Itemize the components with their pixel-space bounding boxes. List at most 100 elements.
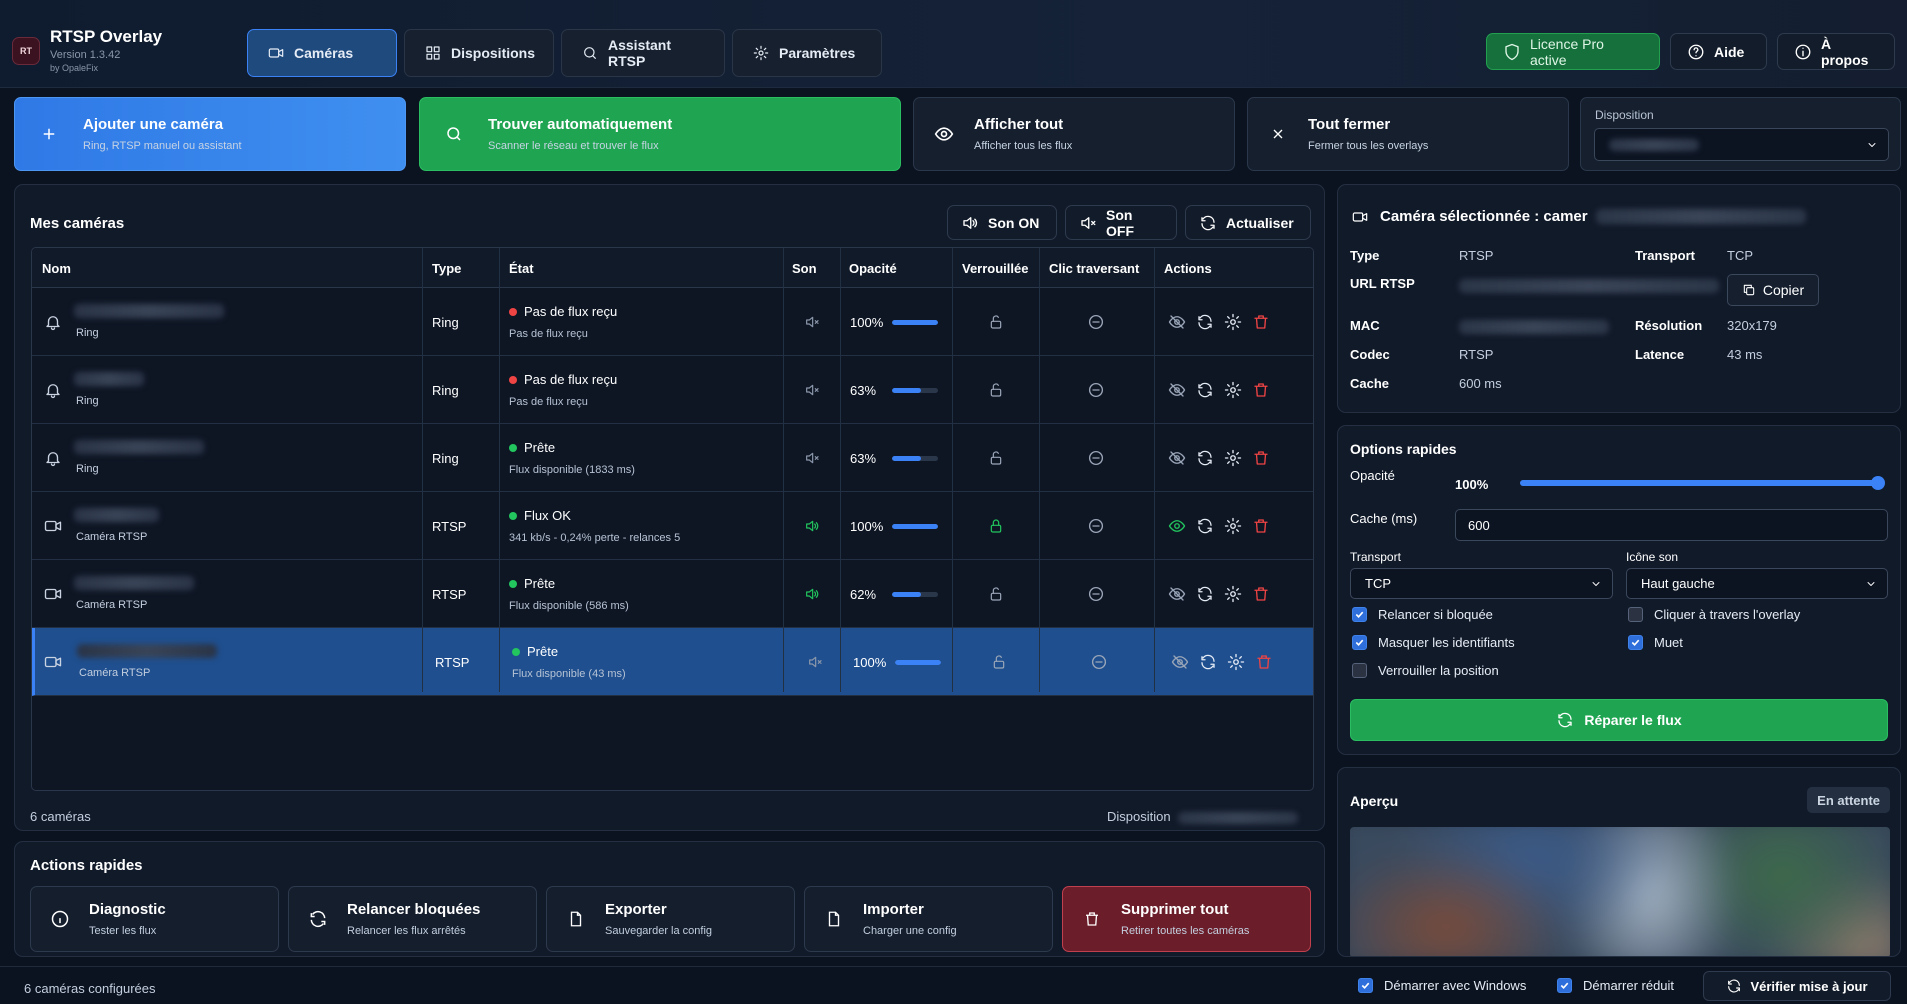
table-row[interactable]: Caméra RTSP RTSP Prête Flux disponible (586… bbox=[32, 560, 1313, 628]
speaker-mute-icon[interactable] bbox=[803, 288, 821, 356]
checkbox-box[interactable] bbox=[1352, 663, 1367, 678]
cache-input[interactable]: 600 bbox=[1455, 509, 1888, 541]
trash-icon[interactable] bbox=[1252, 492, 1270, 560]
refresh-button[interactable]: Actualiser bbox=[1185, 205, 1311, 240]
table-row[interactable]: Ring Ring Pas de flux reçu Pas de flux reçu… bbox=[32, 288, 1313, 356]
export-button[interactable]: Exporter Sauvegarder la config bbox=[546, 886, 795, 952]
click-through-checkbox[interactable]: Cliquer à travers l'overlay bbox=[1628, 607, 1800, 622]
sound-off-button[interactable]: Son OFF bbox=[1065, 205, 1177, 240]
refresh-icon[interactable] bbox=[1196, 492, 1214, 560]
tab-assistant-rtsp[interactable]: Assistant RTSP bbox=[561, 29, 725, 77]
checkbox-box[interactable] bbox=[1352, 607, 1367, 622]
opacity-bar[interactable] bbox=[895, 659, 941, 665]
table-row[interactable]: Ring Ring Prête Flux disponible (1833 ms) 63… bbox=[32, 424, 1313, 492]
speaker-icon[interactable] bbox=[803, 492, 821, 560]
chevron-down-icon bbox=[1590, 578, 1602, 590]
click-through-off-icon[interactable] bbox=[1087, 356, 1105, 424]
help-button[interactable]: Aide bbox=[1670, 33, 1767, 70]
unlock-icon[interactable] bbox=[987, 288, 1005, 356]
checkbox-box[interactable] bbox=[1358, 978, 1373, 993]
gear-icon[interactable] bbox=[1224, 356, 1242, 424]
delete-all-button[interactable]: Supprimer tout Retirer toutes les caméras bbox=[1062, 886, 1311, 952]
trash-icon[interactable] bbox=[1252, 356, 1270, 424]
unlock-icon[interactable] bbox=[987, 356, 1005, 424]
gear-icon[interactable] bbox=[1224, 492, 1242, 560]
click-through-off-icon[interactable] bbox=[1090, 628, 1108, 696]
refresh-icon[interactable] bbox=[1196, 356, 1214, 424]
click-through-off-icon[interactable] bbox=[1087, 492, 1105, 560]
opacity-bar[interactable] bbox=[892, 387, 938, 393]
opacity-bar[interactable] bbox=[892, 523, 938, 529]
refresh-icon[interactable] bbox=[1196, 424, 1214, 492]
opacity-bar[interactable] bbox=[892, 591, 938, 597]
tab-cameras[interactable]: Caméras bbox=[247, 29, 397, 77]
cache-ms-label: Cache (ms) bbox=[1350, 511, 1418, 526]
restart-blocked-button[interactable]: Relancer bloquées Relancer les flux arrêt… bbox=[288, 886, 537, 952]
trash-icon[interactable] bbox=[1252, 424, 1270, 492]
gear-icon[interactable] bbox=[1227, 628, 1245, 696]
speaker-mute-icon[interactable] bbox=[803, 356, 821, 424]
tab-dispositions[interactable]: Dispositions bbox=[404, 29, 554, 77]
refresh-icon[interactable] bbox=[1199, 628, 1217, 696]
transport-select[interactable]: TCP bbox=[1350, 568, 1613, 599]
restart-if-blocked-checkbox[interactable]: Relancer si bloquée bbox=[1352, 607, 1493, 622]
speaker-mute-icon[interactable] bbox=[803, 424, 821, 492]
sound-icon-select[interactable]: Haut gauche bbox=[1626, 568, 1888, 599]
show-all-button[interactable]: Afficher tout Afficher tous les flux bbox=[913, 97, 1235, 171]
qa-title: Supprimer tout bbox=[1121, 901, 1229, 918]
sound-on-button[interactable]: Son ON bbox=[947, 205, 1057, 240]
trash-icon[interactable] bbox=[1255, 628, 1273, 696]
checkbox-box[interactable] bbox=[1352, 635, 1367, 650]
trash-icon[interactable] bbox=[1252, 560, 1270, 628]
hide-credentials-checkbox[interactable]: Masquer les identifiants bbox=[1352, 635, 1515, 650]
import-button[interactable]: Importer Charger une config bbox=[804, 886, 1053, 952]
opacity-bar[interactable] bbox=[892, 455, 938, 461]
click-through-off-icon[interactable] bbox=[1087, 424, 1105, 492]
eye-off-icon[interactable] bbox=[1168, 424, 1186, 492]
lock-icon[interactable] bbox=[987, 492, 1005, 560]
unlock-icon[interactable] bbox=[987, 560, 1005, 628]
table-row[interactable]: Caméra RTSP RTSP Prête Flux disponible (43 … bbox=[32, 628, 1313, 696]
click-through-off-icon[interactable] bbox=[1087, 560, 1105, 628]
unlock-icon[interactable] bbox=[990, 628, 1008, 696]
eye-off-icon[interactable] bbox=[1168, 560, 1186, 628]
speaker-icon[interactable] bbox=[803, 560, 821, 628]
eye-off-icon[interactable] bbox=[1168, 288, 1186, 356]
speaker-mute-icon[interactable] bbox=[806, 628, 824, 696]
unlock-icon[interactable] bbox=[987, 424, 1005, 492]
eye-off-icon[interactable] bbox=[1171, 628, 1189, 696]
checkbox-box[interactable] bbox=[1628, 635, 1643, 650]
eye-icon[interactable] bbox=[1168, 492, 1186, 560]
eye-off-icon[interactable] bbox=[1168, 356, 1186, 424]
repair-stream-button[interactable]: Réparer le flux bbox=[1350, 699, 1888, 741]
lock-position-checkbox[interactable]: Verrouiller la position bbox=[1352, 663, 1499, 678]
copy-button[interactable]: Copier bbox=[1727, 274, 1819, 306]
auto-find-button[interactable]: Trouver automatiquement Scanner le réseau… bbox=[419, 97, 901, 171]
opacity-slider[interactable] bbox=[1520, 476, 1885, 490]
refresh-icon[interactable] bbox=[1196, 560, 1214, 628]
gear-icon[interactable] bbox=[1224, 288, 1242, 356]
table-row[interactable]: Ring Ring Pas de flux reçu Pas de flux reçu… bbox=[32, 356, 1313, 424]
checkbox-box[interactable] bbox=[1557, 978, 1572, 993]
about-button[interactable]: À propos bbox=[1777, 33, 1895, 70]
click-through-off-icon[interactable] bbox=[1087, 288, 1105, 356]
disposition-select[interactable] bbox=[1594, 128, 1889, 161]
opacity-slider-thumb[interactable] bbox=[1871, 476, 1885, 490]
gear-icon[interactable] bbox=[1224, 560, 1242, 628]
refresh-icon[interactable] bbox=[1196, 288, 1214, 356]
license-button[interactable]: Licence Pro active bbox=[1486, 33, 1660, 70]
check-update-button[interactable]: Vérifier mise à jour bbox=[1703, 971, 1891, 1001]
add-camera-button[interactable]: Ajouter une caméra Ring, RTSP manuel ou a… bbox=[14, 97, 406, 171]
start-with-windows-checkbox[interactable]: Démarrer avec Windows bbox=[1358, 978, 1526, 993]
tab-settings[interactable]: Paramètres bbox=[732, 29, 882, 77]
tab-label: Paramètres bbox=[779, 45, 856, 61]
diagnostic-button[interactable]: Diagnostic Tester les flux bbox=[30, 886, 279, 952]
opacity-bar[interactable] bbox=[892, 319, 938, 325]
checkbox-box[interactable] bbox=[1628, 607, 1643, 622]
trash-icon[interactable] bbox=[1252, 288, 1270, 356]
gear-icon[interactable] bbox=[1224, 424, 1242, 492]
table-row[interactable]: Caméra RTSP RTSP Flux OK 341 kb/s - 0,24% p… bbox=[32, 492, 1313, 560]
mute-checkbox[interactable]: Muet bbox=[1628, 635, 1683, 650]
start-reduced-checkbox[interactable]: Démarrer réduit bbox=[1557, 978, 1674, 993]
close-all-button[interactable]: Tout fermer Fermer tous les overlays bbox=[1247, 97, 1569, 171]
